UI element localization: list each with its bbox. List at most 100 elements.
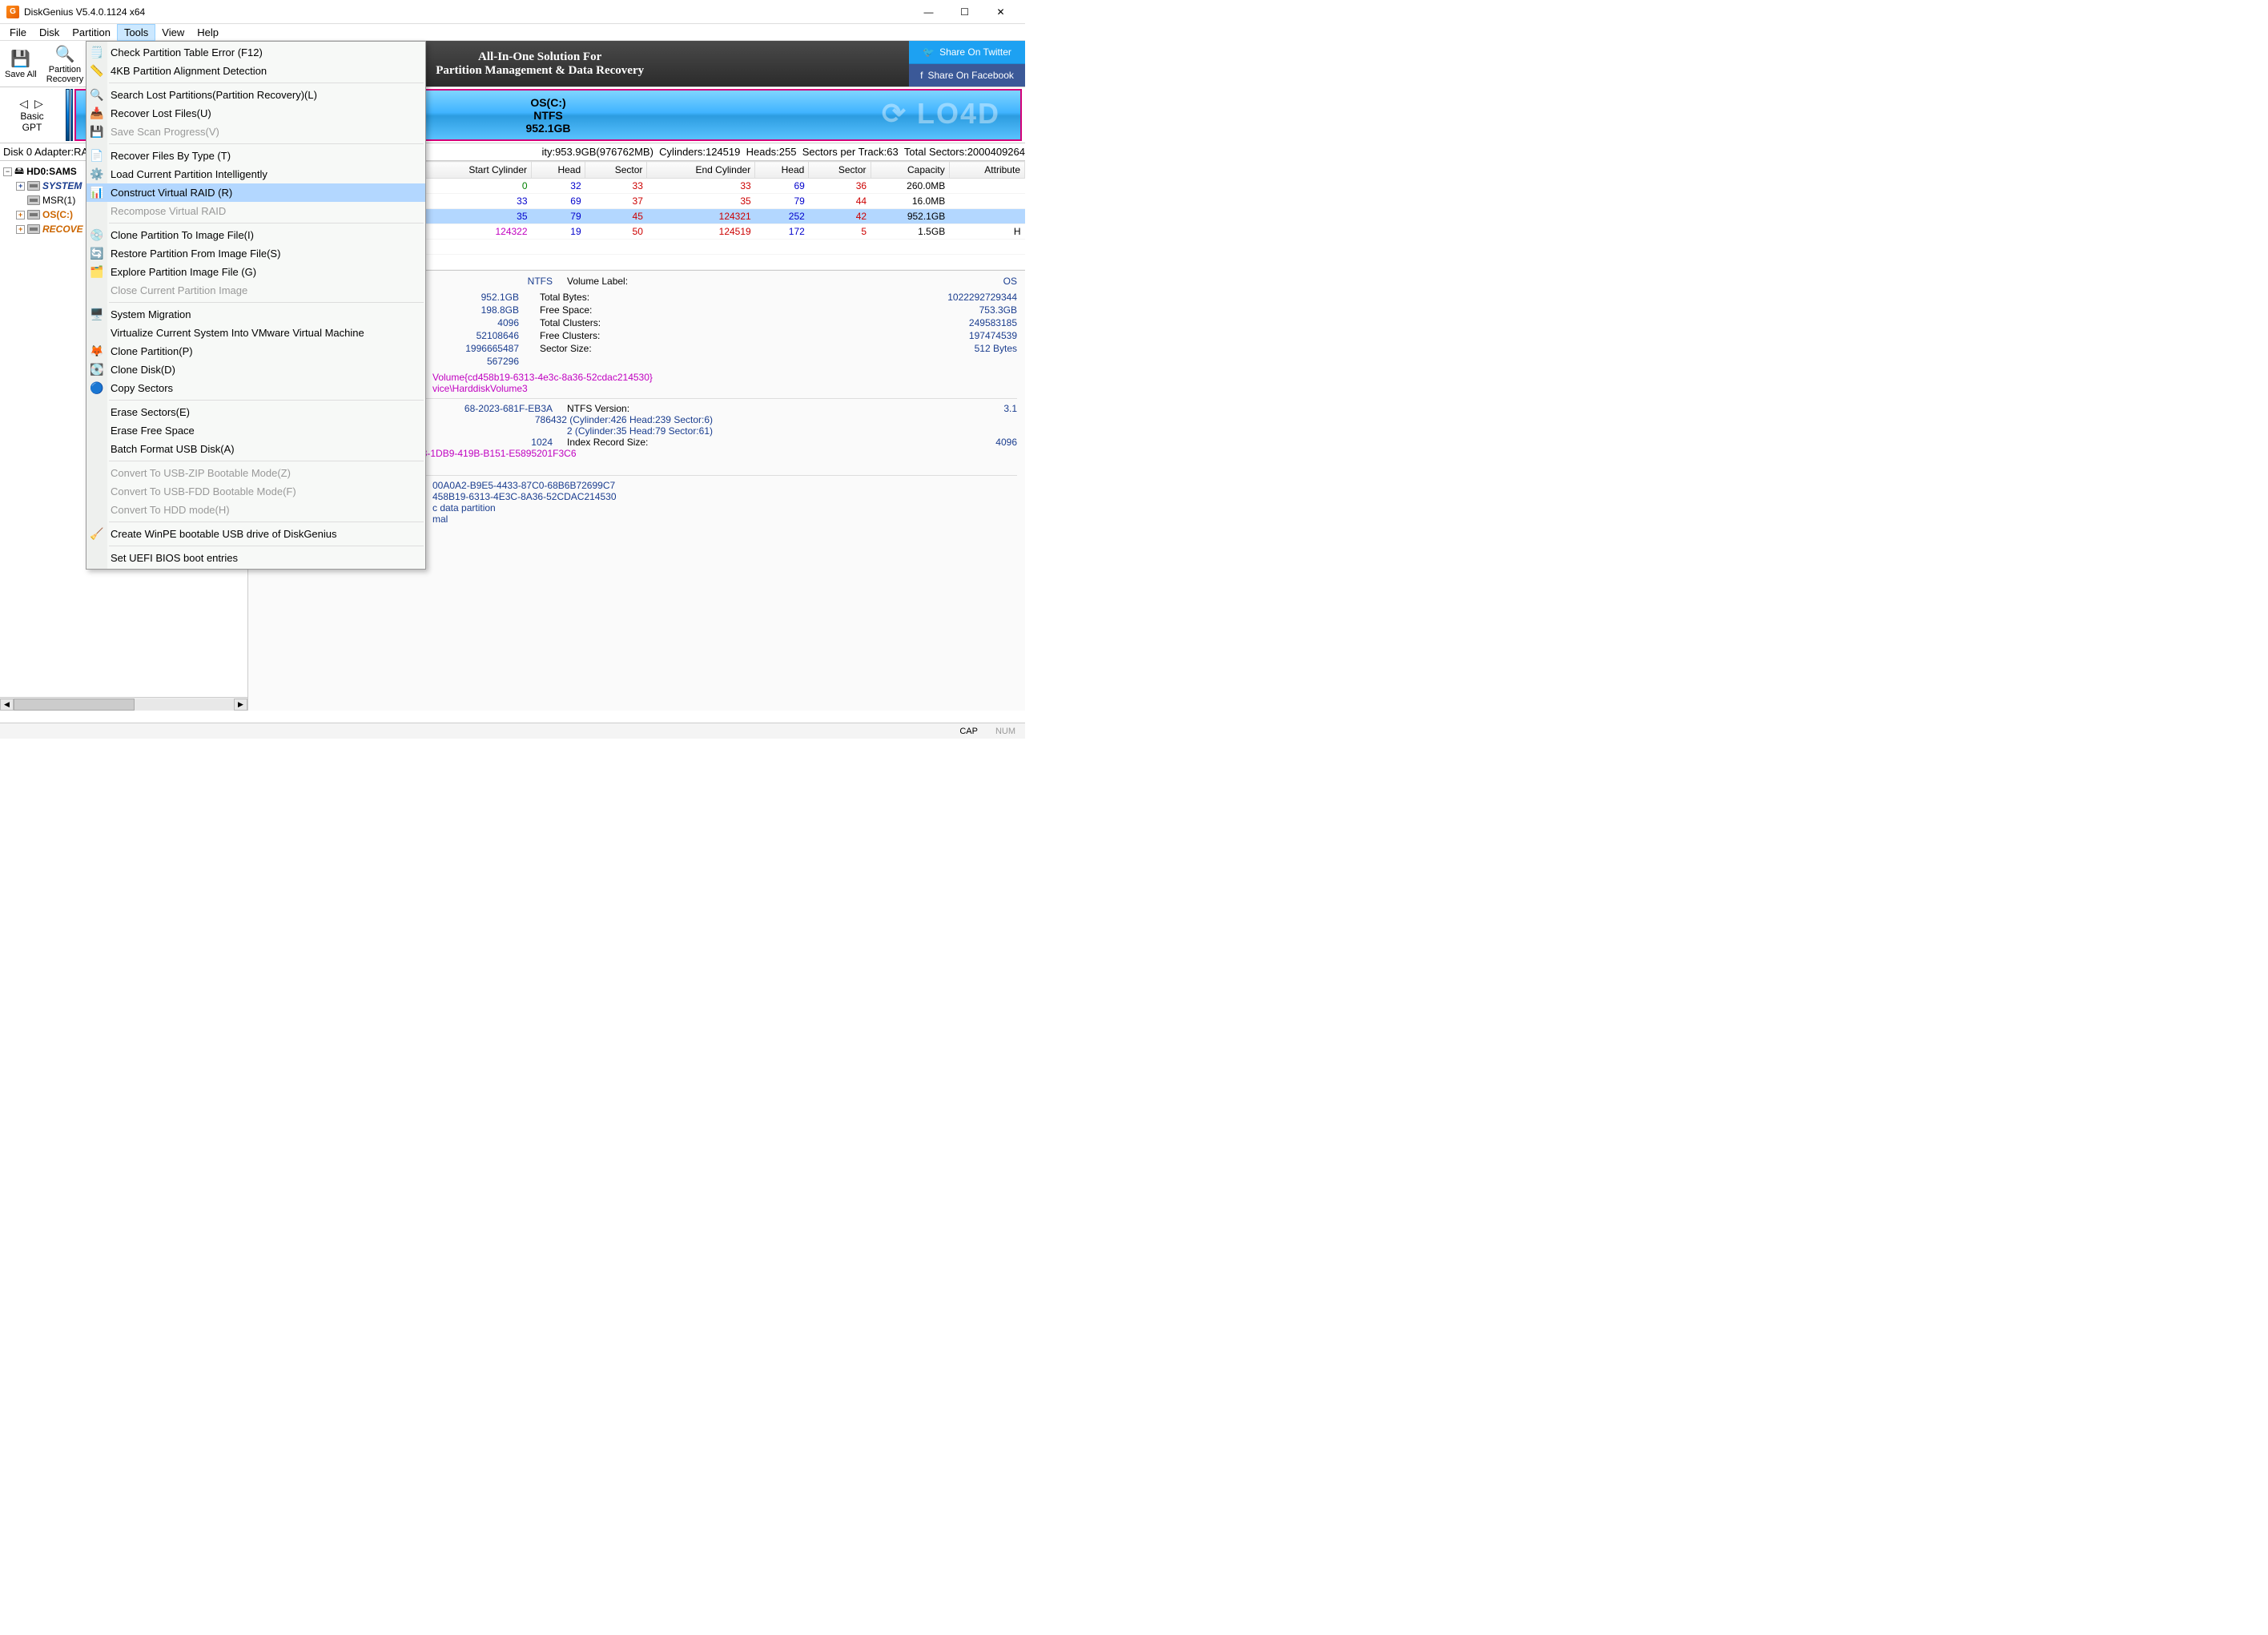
table-cell (755, 255, 809, 270)
menu-item[interactable]: 🔄 Restore Partition From Image File(S) (86, 244, 425, 263)
menu-item[interactable]: Batch Format USB Disk(A) (86, 440, 425, 458)
table-cell (871, 255, 949, 270)
partition-recovery-button[interactable]: 🔍 Partition Recovery (42, 41, 88, 87)
menu-tools[interactable]: Tools (117, 24, 155, 41)
menu-item[interactable]: 💽Clone Disk(D) (86, 360, 425, 379)
detail-cell: 1022292729344 (905, 292, 1017, 303)
table-header[interactable]: Attribute (949, 162, 1024, 179)
table-header[interactable]: Capacity (871, 162, 949, 179)
tree-label-os: OS(C:) (42, 209, 73, 220)
menu-item[interactable]: 🔵Copy Sectors (86, 379, 425, 397)
menu-item[interactable]: ⚙️Load Current Partition Intelligently (86, 165, 425, 183)
nav-arrows-icon[interactable]: ◁ ▷ (19, 97, 44, 111)
table-header[interactable]: Sector (585, 162, 647, 179)
table-cell: 32 (532, 179, 585, 194)
menu-item[interactable]: 🦊Clone Partition(P) (86, 342, 425, 360)
table-header[interactable]: Head (755, 162, 809, 179)
menu-partition[interactable]: Partition (66, 25, 117, 40)
twitter-icon: 🐦 (923, 46, 935, 58)
table-cell: 45 (585, 209, 647, 224)
table-cell: 124322 (418, 224, 532, 240)
table-cell: 124519 (647, 224, 755, 240)
menu-item-label: Batch Format USB Disk(A) (111, 443, 235, 455)
partition-recovery-label-1: Partition (49, 65, 81, 75)
save-all-button[interactable]: 💾 Save All (0, 41, 42, 87)
menu-view[interactable]: View (155, 25, 191, 40)
save-icon: 💾 (10, 49, 31, 70)
adapter-heads-label: Heads: (746, 146, 779, 158)
detail-cell: Sector Size: (525, 343, 645, 354)
table-cell (532, 255, 585, 270)
table-cell (949, 240, 1024, 255)
detail-cell (652, 330, 899, 341)
menu-item[interactable]: 📥Recover Lost Files(U) (86, 104, 425, 123)
menu-item-label: Recompose Virtual RAID (111, 205, 226, 217)
menu-item-icon: 🔄 (90, 247, 104, 261)
expand-icon[interactable]: + (16, 182, 25, 191)
menu-item[interactable]: 🗒️Check Partition Table Error (F12) (86, 43, 425, 62)
scroll-thumb[interactable] (14, 699, 135, 711)
table-cell: 44 (809, 194, 871, 209)
share-facebook-button[interactable]: f Share On Facebook (909, 64, 1025, 87)
menu-item-label: Convert To USB-ZIP Bootable Mode(Z) (111, 467, 291, 479)
scroll-track[interactable] (14, 699, 234, 711)
menu-item[interactable]: 📏4KB Partition Alignment Detection (86, 62, 425, 80)
table-cell: 33 (585, 179, 647, 194)
table-header[interactable]: End Cylinder (647, 162, 755, 179)
table-header[interactable]: Start Cylinder (418, 162, 532, 179)
menu-item-icon: 🖥️ (90, 308, 104, 322)
tools-dropdown: 🗒️Check Partition Table Error (F12)📏4KB … (86, 41, 426, 570)
menu-separator (109, 143, 424, 144)
table-cell: 35 (418, 209, 532, 224)
basic-gpt-control[interactable]: ◁ ▷ Basic GPT (0, 87, 64, 143)
drive-icon (27, 210, 40, 219)
menu-disk[interactable]: Disk (33, 25, 66, 40)
menu-item[interactable]: Set UEFI BIOS boot entries (86, 549, 425, 567)
menu-item[interactable]: 🖥️System Migration (86, 305, 425, 324)
menu-item[interactable]: 🔍Search Lost Partitions(Partition Recove… (86, 86, 425, 104)
table-cell (949, 209, 1024, 224)
adapter-prefix: Disk 0 Adapter:RAI (3, 146, 91, 158)
table-cell: 79 (755, 194, 809, 209)
menu-item-label: Clone Partition(P) (111, 345, 193, 357)
scroll-right-button[interactable]: ▶ (234, 699, 247, 711)
menu-item[interactable]: Erase Sectors(E) (86, 403, 425, 421)
menu-item-label: Restore Partition From Image File(S) (111, 248, 280, 260)
close-button[interactable]: ✕ (983, 1, 1019, 23)
mini-partition-bars[interactable] (66, 89, 73, 141)
menu-item-icon: 🗂️ (90, 265, 104, 280)
menu-item[interactable]: 📄Recover Files By Type (T) (86, 147, 425, 165)
menu-item-icon: 📏 (90, 64, 104, 79)
collapse-icon[interactable]: − (3, 167, 12, 176)
detail-g3v2: 3.1 (905, 403, 1017, 414)
disk-strip-size: 952.1GB (525, 122, 570, 135)
table-cell: 37 (585, 194, 647, 209)
share-twitter-button[interactable]: 🐦 Share On Twitter (909, 41, 1025, 64)
expand-icon[interactable]: + (16, 211, 25, 219)
scroll-left-button[interactable]: ◀ (0, 699, 14, 711)
menu-item[interactable]: 🗂️Explore Partition Image File (G) (86, 263, 425, 281)
adapter-heads: 255 (779, 146, 797, 158)
maximize-button[interactable]: ☐ (947, 1, 983, 23)
menu-file[interactable]: File (3, 25, 33, 40)
mini-bar-1[interactable] (66, 89, 70, 141)
menu-item: Convert To USB-ZIP Bootable Mode(Z) (86, 464, 425, 482)
mini-bar-2[interactable] (70, 89, 73, 141)
menu-help[interactable]: Help (191, 25, 225, 40)
adapter-spt-label: Sectors per Track: (802, 146, 887, 158)
share-twitter-label: Share On Twitter (939, 46, 1011, 58)
table-cell: 16.0MB (871, 194, 949, 209)
menu-item[interactable]: 🧹Create WinPE bootable USB drive of Disk… (86, 525, 425, 543)
menu-item[interactable]: Virtualize Current System Into VMware Vi… (86, 324, 425, 342)
table-header[interactable]: Head (532, 162, 585, 179)
detail-cell: Total Bytes: (525, 292, 645, 303)
minimize-button[interactable]: — (911, 1, 947, 23)
expand-icon[interactable]: + (16, 225, 25, 234)
tree-scrollbar[interactable]: ◀ ▶ (0, 697, 247, 711)
menu-item: Convert To USB-FDD Bootable Mode(F) (86, 482, 425, 501)
menu-item[interactable]: 💿Clone Partition To Image File(I) (86, 226, 425, 244)
table-header[interactable]: Sector (809, 162, 871, 179)
menu-item[interactable]: Erase Free Space (86, 421, 425, 440)
save-all-label: Save All (5, 70, 37, 79)
menu-item[interactable]: 📊Construct Virtual RAID (R) (86, 183, 425, 202)
